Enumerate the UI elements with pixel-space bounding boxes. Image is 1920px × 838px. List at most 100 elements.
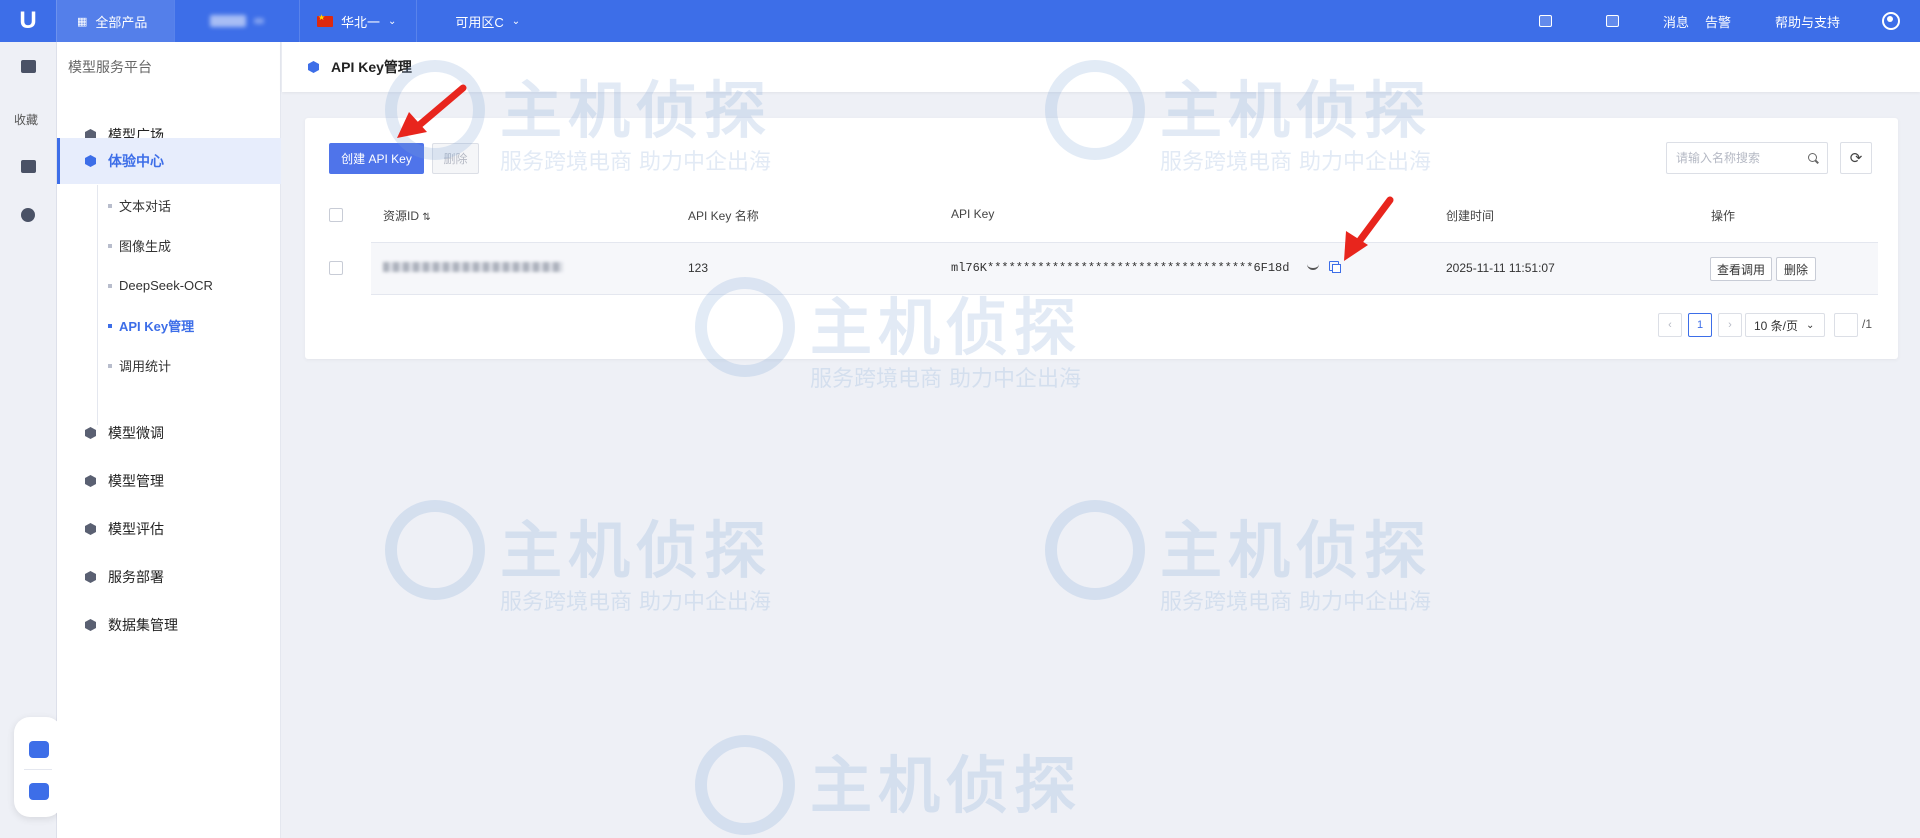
created-time-cell: 2025-11-11 11:51:07 [1446, 261, 1555, 275]
top-navigation-bar: U ▦ 全部产品 华北一 ⌄ 可用区C ⌄ 消息 告警 帮助与支持 [0, 0, 1920, 42]
messages-link[interactable]: 消息 [1649, 0, 1703, 42]
sidebar-item-label: 体验中心 [108, 153, 164, 169]
refresh-button[interactable]: ⟳ [1840, 142, 1872, 174]
watermark-title: 主机侦探 [1160, 514, 1433, 587]
sidebar-subitem-deepseek-ocr[interactable]: DeepSeek-OCR [91, 265, 281, 305]
watermark-title: 主机侦探 [500, 514, 773, 587]
pagination-page-1[interactable]: 1 [1688, 313, 1712, 337]
watermark-logo-icon [385, 500, 485, 600]
page-header: API Key管理 [282, 42, 1920, 92]
all-products-button[interactable]: ▦ 全部产品 [56, 0, 174, 42]
cube-icon [85, 155, 96, 167]
search-console-icon [1538, 15, 1552, 27]
watermark-title: 主机侦探 [810, 749, 1083, 822]
api-key-name-cell: 123 [688, 261, 709, 275]
zone-selector[interactable]: 可用区C ⌄ [416, 0, 540, 42]
alerts-link[interactable]: 告警 [1703, 0, 1745, 42]
column-header-actions: 操作 [1711, 209, 1736, 223]
china-flag-icon [317, 13, 333, 27]
sidebar-subitem-image-generation[interactable]: 图像生成 [91, 225, 281, 265]
sidebar-item-model-evaluation[interactable]: 模型评估 [57, 506, 281, 552]
topbar-right-actions: 消息 告警 帮助与支持 [1525, 0, 1920, 42]
create-api-key-button[interactable]: 创建 API Key [329, 143, 424, 174]
sidebar-subitem-usage-stats[interactable]: 调用统计 [91, 345, 281, 385]
cube-icon [85, 427, 96, 439]
watermark-subtitle: 服务跨境电商 助力中企出海 [500, 590, 771, 615]
watermark-logo-icon [1045, 500, 1145, 600]
sidebar-item-fine-tuning[interactable]: 模型微调 [57, 410, 281, 456]
cube-icon [85, 571, 96, 583]
terminal-button[interactable] [1592, 0, 1649, 42]
resource-id-redacted [383, 262, 563, 272]
cube-icon [85, 523, 96, 535]
feedback-icon[interactable] [29, 783, 49, 800]
region-label: 华北一 [341, 14, 381, 30]
page-size-value: 10 条/页 [1754, 318, 1799, 333]
sidebar-item-label: 模型微调 [108, 425, 164, 441]
sidebar-title: 模型服务平台 [68, 59, 152, 75]
sidebar-item-label: 模型管理 [108, 473, 164, 489]
grid-icon: ▦ [77, 15, 88, 28]
search-console-button[interactable] [1525, 0, 1592, 42]
sidebar-item-label: 数据集管理 [108, 617, 178, 633]
column-header-api-key: API Key [951, 207, 995, 221]
chevron-down-icon: ⌄ [511, 15, 521, 27]
favorites-label[interactable]: 收藏 [14, 111, 38, 128]
sidebar-menu: 模型服务平台 模型广场 体验中心 文本对话 图像生成 DeepSeek-OCR … [57, 42, 281, 838]
all-products-label: 全部产品 [95, 14, 148, 30]
pagination-next-button[interactable]: › [1718, 313, 1742, 337]
storage-icon[interactable] [21, 160, 36, 173]
user-avatar-icon[interactable] [1882, 12, 1900, 30]
project-id-redacted [254, 18, 264, 24]
project-selector[interactable] [174, 0, 299, 42]
pagination-total: /1 [1862, 317, 1873, 331]
page-jump-input[interactable] [1834, 313, 1858, 337]
ai-assistant-icon[interactable] [29, 741, 49, 758]
api-key-card: 创建 API Key 删除 ⟳ 资源ID ⇅ API Key 名称 API Ke… [305, 118, 1898, 359]
delete-selected-button[interactable]: 删除 [432, 143, 479, 174]
terminal-icon [1605, 15, 1619, 27]
sidebar-item-label: 模型评估 [108, 521, 164, 537]
network-icon[interactable] [21, 208, 35, 222]
sidebar-subitem-api-key-management[interactable]: API Key管理 [91, 305, 281, 345]
copy-icon[interactable] [1329, 261, 1341, 273]
cube-icon [85, 475, 96, 487]
search-icon[interactable] [1808, 153, 1817, 162]
pagination-prev-button[interactable]: ‹ [1658, 313, 1682, 337]
widget-divider [24, 769, 52, 770]
api-key-cell: ml76K***********************************… [951, 261, 1290, 275]
region-selector[interactable]: 华北一 ⌄ [299, 0, 416, 42]
watermark-subtitle: 服务跨境电商 助力中企出海 [810, 367, 1081, 392]
logo[interactable]: U [0, 0, 56, 42]
zone-label: 可用区C [455, 14, 504, 30]
sidebar-item-experience-center[interactable]: 体验中心 [57, 138, 281, 184]
page-title: API Key管理 [331, 59, 412, 75]
sidebar-item-model-management[interactable]: 模型管理 [57, 458, 281, 504]
sidebar-item-dataset-management[interactable]: 数据集管理 [57, 602, 281, 648]
view-usage-button[interactable]: 查看调用 [1710, 257, 1772, 281]
select-all-checkbox[interactable] [329, 208, 343, 222]
column-header-label: 资源ID [383, 209, 420, 223]
left-icon-rail: 收藏 [0, 42, 62, 838]
watermark-logo-icon [695, 735, 795, 835]
watermark-subtitle: 服务跨境电商 助力中企出海 [1160, 590, 1431, 615]
chat-icon[interactable] [21, 60, 36, 73]
row-checkbox[interactable] [329, 261, 343, 275]
row-delete-button[interactable]: 删除 [1776, 257, 1816, 281]
search-box [1666, 142, 1828, 174]
project-name-redacted [210, 15, 246, 27]
sidebar-item-service-deployment[interactable]: 服务部署 [57, 554, 281, 600]
sidebar-item-label: 服务部署 [108, 569, 164, 585]
sidebar-subitem-text-chat[interactable]: 文本对话 [91, 185, 281, 225]
refresh-icon: ⟳ [1849, 150, 1863, 167]
column-header-key-name: API Key 名称 [688, 209, 759, 223]
search-input[interactable] [1667, 143, 1797, 173]
chevron-down-icon: ⌄ [1806, 319, 1815, 331]
cube-icon [85, 619, 96, 631]
chevron-down-icon: ⌄ [388, 15, 397, 27]
cube-icon [308, 61, 319, 73]
help-link[interactable]: 帮助与支持 [1745, 0, 1868, 42]
page-size-select[interactable]: 10 条/页 ⌄ [1745, 313, 1825, 337]
column-header-resource-id[interactable]: 资源ID ⇅ [383, 207, 431, 224]
sort-icon[interactable]: ⇅ [422, 212, 430, 223]
